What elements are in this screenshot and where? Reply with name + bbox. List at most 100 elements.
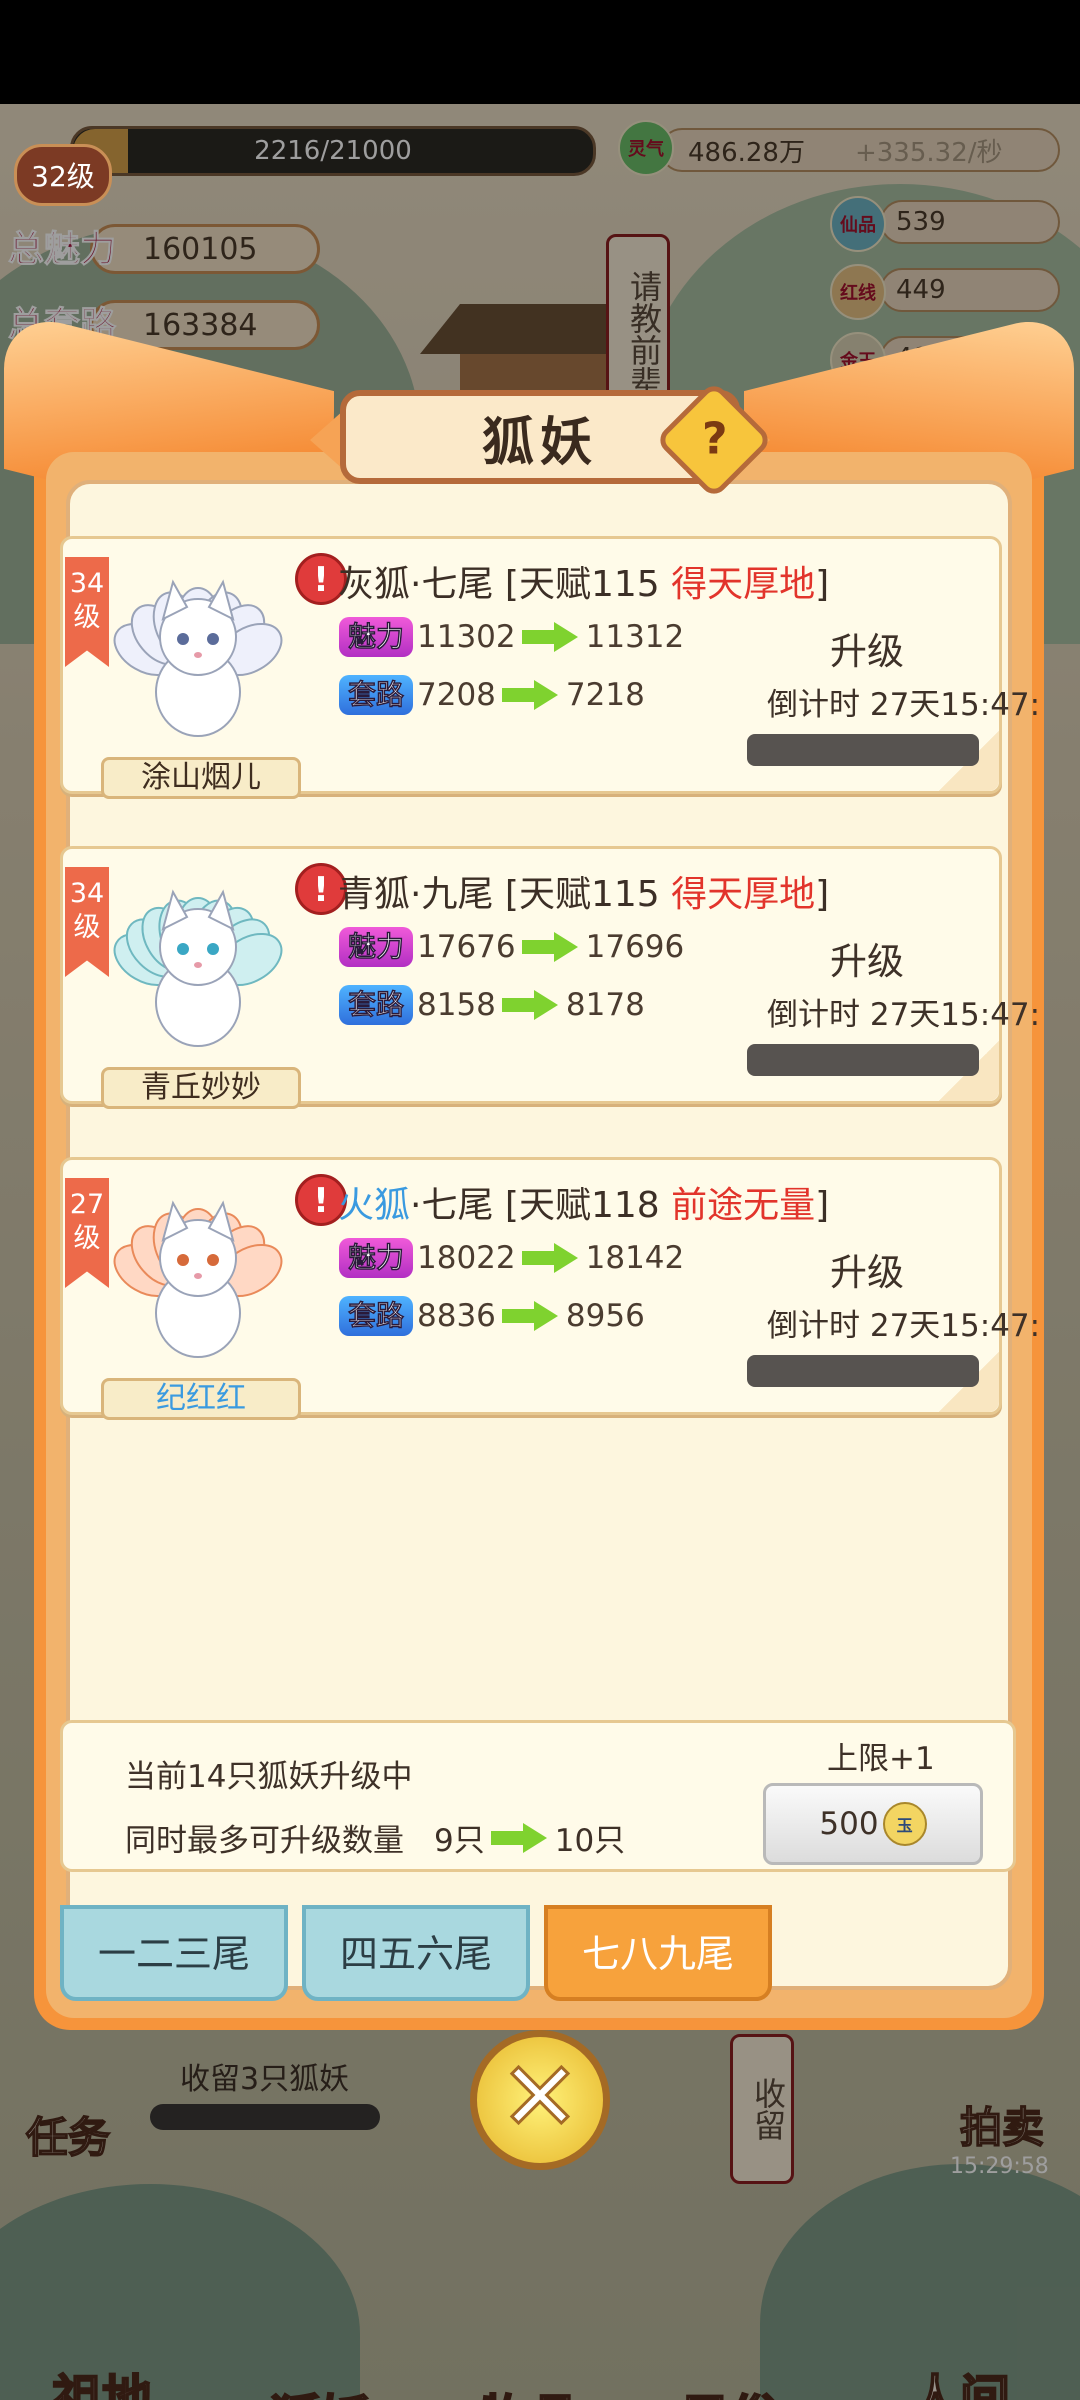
spirit-value: 486.28万 [688,137,805,168]
green-arrow-icon [521,622,580,652]
charm-to: 17696 [585,929,685,965]
charm-row: 魅力 17676 17696 [339,927,684,967]
nav-items[interactable]: 物品 [479,2379,581,2400]
upgrade-label: 升级 [830,940,904,983]
fox-name: 青丘妙妙 [101,1067,301,1109]
auction-label[interactable]: 拍卖 [959,2094,1045,2155]
close-button[interactable]: ✕ [470,2030,610,2170]
spirit-rate: +335.32/秒 [854,137,1003,168]
countdown-text: 倒计时 27天15:47: [767,997,1041,1033]
charm-to: 18142 [585,1240,685,1276]
tab-tails-7-9[interactable]: 七八九尾 [544,1905,772,2001]
charm-row: 魅力 18022 18142 [339,1238,684,1278]
trick-label: 套路 [339,675,413,715]
resource-icon-1: 仙品 [830,196,886,252]
trick-row: 套路 7208 7218 [339,675,645,715]
mountain [0,2184,360,2400]
resource-icon-2: 红线 [830,264,886,320]
trick-to: 8956 [565,1298,645,1334]
charm-label: 魅力 [339,617,413,657]
charm-to: 11312 [585,619,685,655]
upgrade-label: 升级 [830,630,904,673]
exp-text: 2216/21000 [254,136,412,166]
fox-portrait-image [113,1200,283,1358]
charm-from: 11302 [417,619,516,655]
trick-row: 套路 8836 8956 [339,1296,645,1336]
green-arrow-icon [501,990,560,1020]
total-charm-label: 总魅力 [7,228,117,271]
upgrade-label: 升级 [830,1251,904,1294]
player-level-badge: 32级 [14,144,112,206]
charm-from: 18022 [417,1240,516,1276]
tab-tails-4-6[interactable]: 四五六尾 [302,1905,530,2001]
shelter-bar [150,2104,380,2130]
nav-human-world[interactable]: 人间 [909,2359,1011,2400]
green-arrow-icon [521,932,580,962]
tab-tails-1-3[interactable]: 一二三尾 [60,1905,288,2001]
fox-tier: 得天厚地 [671,564,816,605]
resource-pill-1: 539 [880,200,1060,244]
fox-title: 灰狐·七尾 [天赋115 得天厚地] [338,564,830,605]
trick-from: 7208 [417,677,496,713]
fox-card[interactable]: 27 级 纪红红 ! 火狐·七尾 [天赋118 前途无量] 魅力 18022 18… [60,1157,1040,1420]
upgrade-progress-bar [747,1355,979,1387]
trick-to: 8178 [565,987,645,1023]
upgrade-progress-bar [747,734,979,766]
shelter-button[interactable]: 收留 [730,2034,794,2184]
spirit-icon: 灵气 [618,120,674,176]
charm-label: 魅力 [339,1238,413,1278]
total-trick-value: 163384 [143,307,258,343]
increase-cap-button[interactable]: 500 玉 [763,1783,983,1865]
fox-portrait-image [113,579,283,737]
fox-name: 纪红红 [101,1378,301,1420]
green-arrow-icon [521,1243,580,1273]
fox-talent: [天赋115 [504,564,660,605]
spirit-pill: 486.28万 +335.32/秒 [660,128,1060,172]
green-arrow-icon [501,680,560,710]
charm-from: 17676 [417,929,516,965]
fox-card[interactable]: 34 级 涂山烟儿 ! 灰狐·七尾 [天赋115 得天厚地] 魅力 11302 1… [60,536,1040,799]
jinyu-coin-icon: 玉 [882,1802,927,1846]
mountain [760,2164,1080,2400]
nav-customs[interactable]: 风俗 [679,2379,781,2400]
cap-cost: 500 [819,1806,879,1842]
countdown-text: 倒计时 27天15:47: [767,687,1041,723]
auction-time: 15:29:58 [950,2154,1049,2179]
nav-fox[interactable]: 狐妖 [269,2379,371,2400]
max-upgrade-row: 同时最多可升级数量 9只 10只 [125,1815,625,1860]
fox-tier: 前途无量 [671,1185,816,1226]
task-label[interactable]: 任务 [25,2104,111,2165]
upgrade-capacity-box: 当前14只狐妖升级中 同时最多可升级数量 9只 10只 上限+1 500 玉 [60,1720,1016,1872]
fox-kind: 青狐 [338,874,411,915]
fox-talent: [天赋115 [504,874,660,915]
help-icon: ? [701,413,728,465]
status-bar [0,0,1080,104]
max-upgrade-from: 9只 [434,1823,485,1859]
fox-tail: ·九尾 [410,874,494,915]
cap-plus-one-label: 上限+1 [827,1741,935,1777]
current-upgrading-text: 当前14只狐妖升级中 [125,1759,413,1795]
green-arrow-icon [490,1822,549,1853]
resource-pill-2: 449 [880,268,1060,312]
shelter-label: 收留3只狐妖 [180,2062,350,2097]
upgrade-progress-bar [747,1044,979,1076]
total-charm-pill: 160105 [90,224,320,274]
max-upgrade-label: 同时最多可升级数量 [125,1823,404,1859]
trick-row: 套路 8158 8178 [339,985,645,1025]
fox-kind: 灰狐 [338,564,411,605]
fox-tier: 得天厚地 [671,874,816,915]
fox-title: 青狐·九尾 [天赋115 得天厚地] [338,874,830,915]
fox-card[interactable]: 34 级 青丘妙妙 ! 青狐·九尾 [天赋115 得天厚地] 魅力 17676 1… [60,846,1040,1109]
green-arrow-icon [501,1301,560,1331]
trick-from: 8158 [417,987,496,1023]
fox-kind: 火狐 [338,1185,411,1226]
max-upgrade-to: 10只 [554,1823,626,1859]
trick-from: 8836 [417,1298,496,1334]
nav-ancestral-land[interactable]: 祖地 [51,2359,153,2400]
countdown-text: 倒计时 27天15:47: [767,1308,1041,1344]
trick-to: 7218 [565,677,645,713]
charm-row: 魅力 11302 11312 [339,617,684,657]
fox-name: 涂山烟儿 [101,757,301,799]
trick-label: 套路 [339,985,413,1025]
fox-title: 火狐·七尾 [天赋118 前途无量] [338,1185,830,1226]
